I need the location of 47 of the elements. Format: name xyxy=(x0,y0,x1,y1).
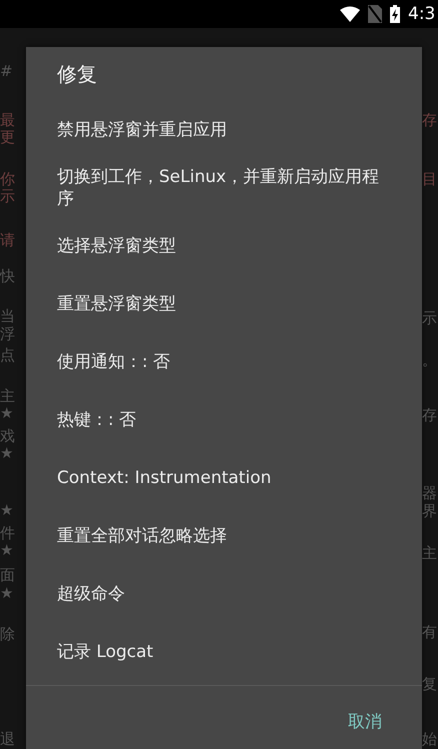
background-text: 示 xyxy=(422,310,437,327)
wifi-icon xyxy=(340,6,360,22)
background-text: 最 xyxy=(0,112,15,129)
background-text: 存 xyxy=(422,112,437,129)
background-text: 主 xyxy=(422,545,437,562)
menu-item[interactable]: 记录 Logcat xyxy=(26,623,422,681)
menu-item[interactable]: 禁用悬浮窗并重启应用 xyxy=(26,101,422,159)
background-text: 除 xyxy=(0,626,15,643)
status-time: 4:3 xyxy=(408,4,436,24)
background-text: 界 xyxy=(422,503,437,520)
background-text: 目 xyxy=(422,171,437,188)
background-text: 退 xyxy=(0,731,15,748)
background-text: 。 xyxy=(422,352,437,369)
background-text: 浮 xyxy=(0,326,15,343)
background-text: 存 xyxy=(422,407,437,424)
background-text: 始 xyxy=(422,731,437,748)
background-text: 主 xyxy=(0,388,15,405)
background-text: 你 xyxy=(0,171,15,188)
background-text: # xyxy=(0,63,13,80)
background-text: ★ xyxy=(0,405,14,422)
background-text: 器 xyxy=(422,485,437,502)
background-text: 更 xyxy=(0,129,15,146)
background-text: 件 xyxy=(0,525,15,542)
menu-item[interactable]: 超级命令 xyxy=(26,565,422,623)
background-text: ★ xyxy=(0,585,14,602)
background-text: 有 xyxy=(422,624,437,641)
background-text: ★ xyxy=(0,445,14,462)
background-text: 当 xyxy=(0,308,15,325)
background-text: 复 xyxy=(422,676,437,693)
battery-charging-icon xyxy=(390,5,400,23)
background-text: ★ xyxy=(0,542,14,559)
menu-item[interactable]: 热键：: 否 xyxy=(26,391,422,449)
menu-item[interactable]: 重置悬浮窗类型 xyxy=(26,275,422,333)
background-text: 请 xyxy=(0,232,15,249)
background-text: 示 xyxy=(0,188,15,205)
menu-item[interactable]: 切换到工作，SeLinux，并重新启动应用程序 xyxy=(26,159,422,217)
background-text: ★ xyxy=(0,502,14,519)
background-text: 点 xyxy=(0,347,15,364)
background-text: 面 xyxy=(0,567,15,584)
menu-item[interactable]: 使用通知：: 否 xyxy=(26,333,422,391)
menu-item[interactable]: 重置全部对话忽略选择 xyxy=(26,507,422,565)
background-text: 戏 xyxy=(0,428,15,445)
menu-item[interactable]: 选择悬浮窗类型 xyxy=(26,217,422,275)
cancel-button[interactable]: 取消 xyxy=(348,704,382,739)
dialog-title: 修复 xyxy=(56,61,98,88)
menu-item[interactable]: Context: Instrumentation xyxy=(26,449,422,507)
no-sim-icon xyxy=(368,5,382,23)
